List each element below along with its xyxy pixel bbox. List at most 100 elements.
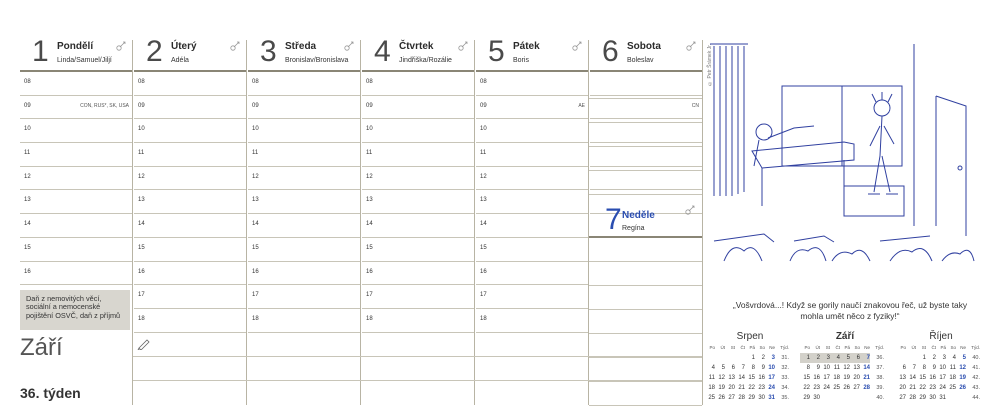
hour-slot[interactable]: 11 (134, 143, 247, 167)
hour-slot[interactable]: 08 (476, 72, 589, 96)
hour-slot[interactable]: 10 (248, 119, 361, 144)
hour-label: 14 (24, 221, 31, 228)
date-cell: 14 (863, 365, 870, 371)
name-day: Regína (622, 225, 645, 232)
tax-reminder: Daň z nemovitých věcí, sociální a nemoce… (20, 290, 130, 330)
month-title: Září (20, 334, 63, 361)
hour-slot[interactable]: 09 (134, 96, 247, 120)
hour-label: 08 (24, 79, 31, 85)
hour-slot[interactable]: 13 (362, 190, 475, 215)
day-column[interactable]: 5 Pátek Boris 08 09 AE 10 11 12 13 14 15 16 17 18 (476, 36, 589, 333)
date-cell: 29 (748, 395, 755, 401)
hour-slot[interactable]: 15 (20, 238, 133, 262)
hour-slot[interactable]: 14 (476, 214, 589, 238)
name-day: Boleslav (627, 57, 654, 64)
hour-slot[interactable]: 09 CON, RUS*, SK, USA (20, 96, 133, 120)
hour-slot[interactable]: CN (590, 96, 703, 120)
hour-slot[interactable]: 15 (248, 238, 361, 262)
hour-label: 12 (138, 173, 145, 180)
weekday-header: Pá (844, 345, 850, 350)
hour-label: 16 (366, 268, 373, 275)
week-number-cell: 33. (781, 375, 789, 381)
hour-slot[interactable]: 18 (362, 309, 475, 333)
hour-slot[interactable]: 17 (362, 285, 475, 309)
hour-slot[interactable]: 10 (476, 119, 589, 144)
hour-list: 08 09 AE 10 11 12 13 14 15 16 17 18 (476, 72, 589, 333)
hour-list: 08 09 10 11 12 13 14 15 16 17 18 (362, 72, 475, 333)
hour-slot[interactable] (590, 72, 703, 96)
hour-slot[interactable]: 08 (248, 72, 361, 96)
hour-slot[interactable]: 14 (134, 214, 247, 238)
hour-slot[interactable]: 14 (20, 214, 133, 238)
date-cell: 24 (768, 385, 775, 391)
note-line (589, 286, 702, 310)
hour-slot[interactable]: 16 (134, 262, 247, 286)
date-cell: 30 (758, 395, 765, 401)
date-cell: 19 (718, 385, 725, 391)
hour-slot[interactable]: 12 (20, 167, 133, 191)
date-cell (715, 353, 725, 363)
date-cell (906, 353, 916, 363)
hour-slot[interactable]: 15 (476, 238, 589, 262)
weekday-header: Čt (835, 345, 841, 350)
hour-slot[interactable]: 12 (248, 167, 361, 191)
hour-slot[interactable]: 09 (362, 96, 475, 120)
hour-slot[interactable]: 08 (134, 72, 247, 96)
date-cell: 3 (771, 355, 775, 361)
hour-slot[interactable]: 17 (134, 285, 247, 309)
weekday-header: Ne (769, 345, 775, 350)
hour-label: 18 (480, 315, 487, 322)
hour-slot[interactable]: 17 (248, 285, 361, 309)
zodiac-icon (686, 41, 696, 51)
weekday-header: St (825, 345, 830, 350)
hour-slot[interactable]: 18 (476, 309, 589, 333)
hour-slot[interactable]: 10 (362, 119, 475, 144)
hour-slot[interactable]: 12 (362, 167, 475, 191)
hour-slot[interactable]: 15 (134, 238, 247, 262)
date-cell: 28 (909, 395, 916, 401)
hour-slot[interactable]: 16 (362, 262, 475, 286)
weekday-header: Út (911, 345, 917, 350)
hour-slot[interactable]: 10 (134, 119, 247, 144)
hour-slot[interactable]: 11 (476, 143, 589, 167)
hour-slot[interactable]: 09 (248, 96, 361, 120)
day-column[interactable]: 2 Úterý Adéla 08 09 10 11 12 13 14 15 16 17 18 (134, 36, 247, 333)
hour-slot[interactable]: 17 (476, 285, 589, 309)
date-cell: 16 (813, 375, 820, 381)
weekday-header: Po (709, 345, 715, 350)
hour-slot[interactable]: 13 (248, 190, 361, 215)
hour-slot[interactable]: 11 (20, 143, 133, 167)
hour-slot[interactable]: 16 (248, 262, 361, 286)
day-sunday[interactable]: 7 Neděle Regína (589, 200, 702, 406)
day-column[interactable]: 1 Pondělí Linda/Samuel/Jiljí 08 09 CON, RUS*,… (20, 36, 133, 286)
hour-slot[interactable]: 12 (134, 167, 247, 191)
hour-slot[interactable]: 11 (248, 143, 361, 167)
hour-slot[interactable]: 13 (134, 190, 247, 215)
hour-slot[interactable]: 18 (248, 309, 361, 333)
date-cell: 3 (942, 355, 946, 361)
hour-slot[interactable]: 08 (362, 72, 475, 96)
hour-slot[interactable]: 11 (362, 143, 475, 167)
hour-slot[interactable]: 09 AE (476, 96, 589, 120)
hour-slot[interactable]: 16 (20, 262, 133, 286)
date-cell: 22 (919, 385, 926, 391)
hour-slot[interactable]: 18 (134, 309, 247, 333)
hour-slot[interactable]: 16 (476, 262, 589, 286)
hour-slot[interactable]: 10 (20, 119, 133, 144)
hour-slot[interactable]: 14 (362, 214, 475, 238)
date-cell: 30 (929, 395, 936, 401)
day-column[interactable]: 4 Čtvrtek Jindřiška/Rozálie 08 09 10 11 12 13 14 1… (362, 36, 475, 333)
date-cell (725, 353, 735, 363)
note-line (133, 380, 702, 381)
hour-slot[interactable]: 13 (476, 190, 589, 215)
date-cell: 29 (919, 395, 926, 401)
day-column[interactable]: 6 Sobota Boleslav CN (590, 36, 703, 215)
note-line (589, 310, 702, 334)
hour-slot[interactable]: 13 (20, 190, 133, 215)
hour-slot[interactable]: 15 (362, 238, 475, 262)
hour-slot[interactable]: 08 (20, 72, 133, 96)
date-cell: 14 (909, 375, 916, 381)
hour-slot[interactable]: 12 (476, 167, 589, 191)
day-column[interactable]: 3 Středa Bronislav/Bronislava 08 09 10 11 12 13 1… (248, 36, 361, 333)
hour-slot[interactable]: 14 (248, 214, 361, 238)
